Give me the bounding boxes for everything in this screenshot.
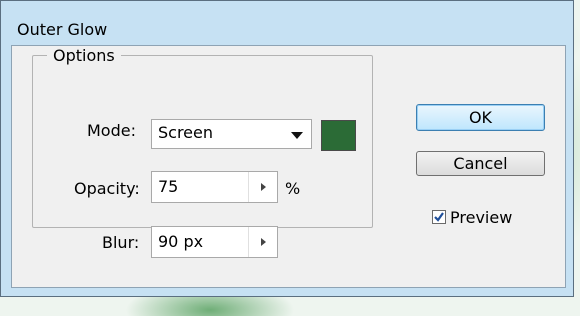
options-legend: Options [47,46,121,65]
preview-label: Preview [450,208,513,227]
blur-stepper[interactable] [248,227,277,257]
outer-glow-dialog: Outer Glow Options Mode: Screen Opacity:… [0,0,574,297]
glow-color-swatch[interactable] [321,120,356,151]
blur-label: Blur: [102,233,140,252]
mode-dropdown[interactable]: Screen [151,119,312,149]
mode-label: Mode: [87,121,136,140]
preview-checkbox[interactable] [432,210,446,224]
ok-button[interactable]: OK [416,104,545,131]
blur-field[interactable]: 90 px [151,226,278,258]
triangle-right-icon [260,183,266,191]
opacity-unit: % [285,179,301,198]
dialog-title: Outer Glow [17,20,108,39]
cancel-button[interactable]: Cancel [416,151,545,176]
blur-value: 90 px [158,232,204,251]
opacity-field[interactable]: 75 [151,171,278,203]
opacity-value: 75 [158,177,179,196]
triangle-right-icon [260,238,266,246]
opacity-stepper[interactable] [248,172,277,202]
opacity-label: Opacity: [74,179,140,198]
mode-value: Screen [158,123,214,142]
chevron-down-icon[interactable] [291,132,303,139]
title-bar[interactable]: Outer Glow [1,1,573,45]
checkmark-icon [434,212,444,222]
